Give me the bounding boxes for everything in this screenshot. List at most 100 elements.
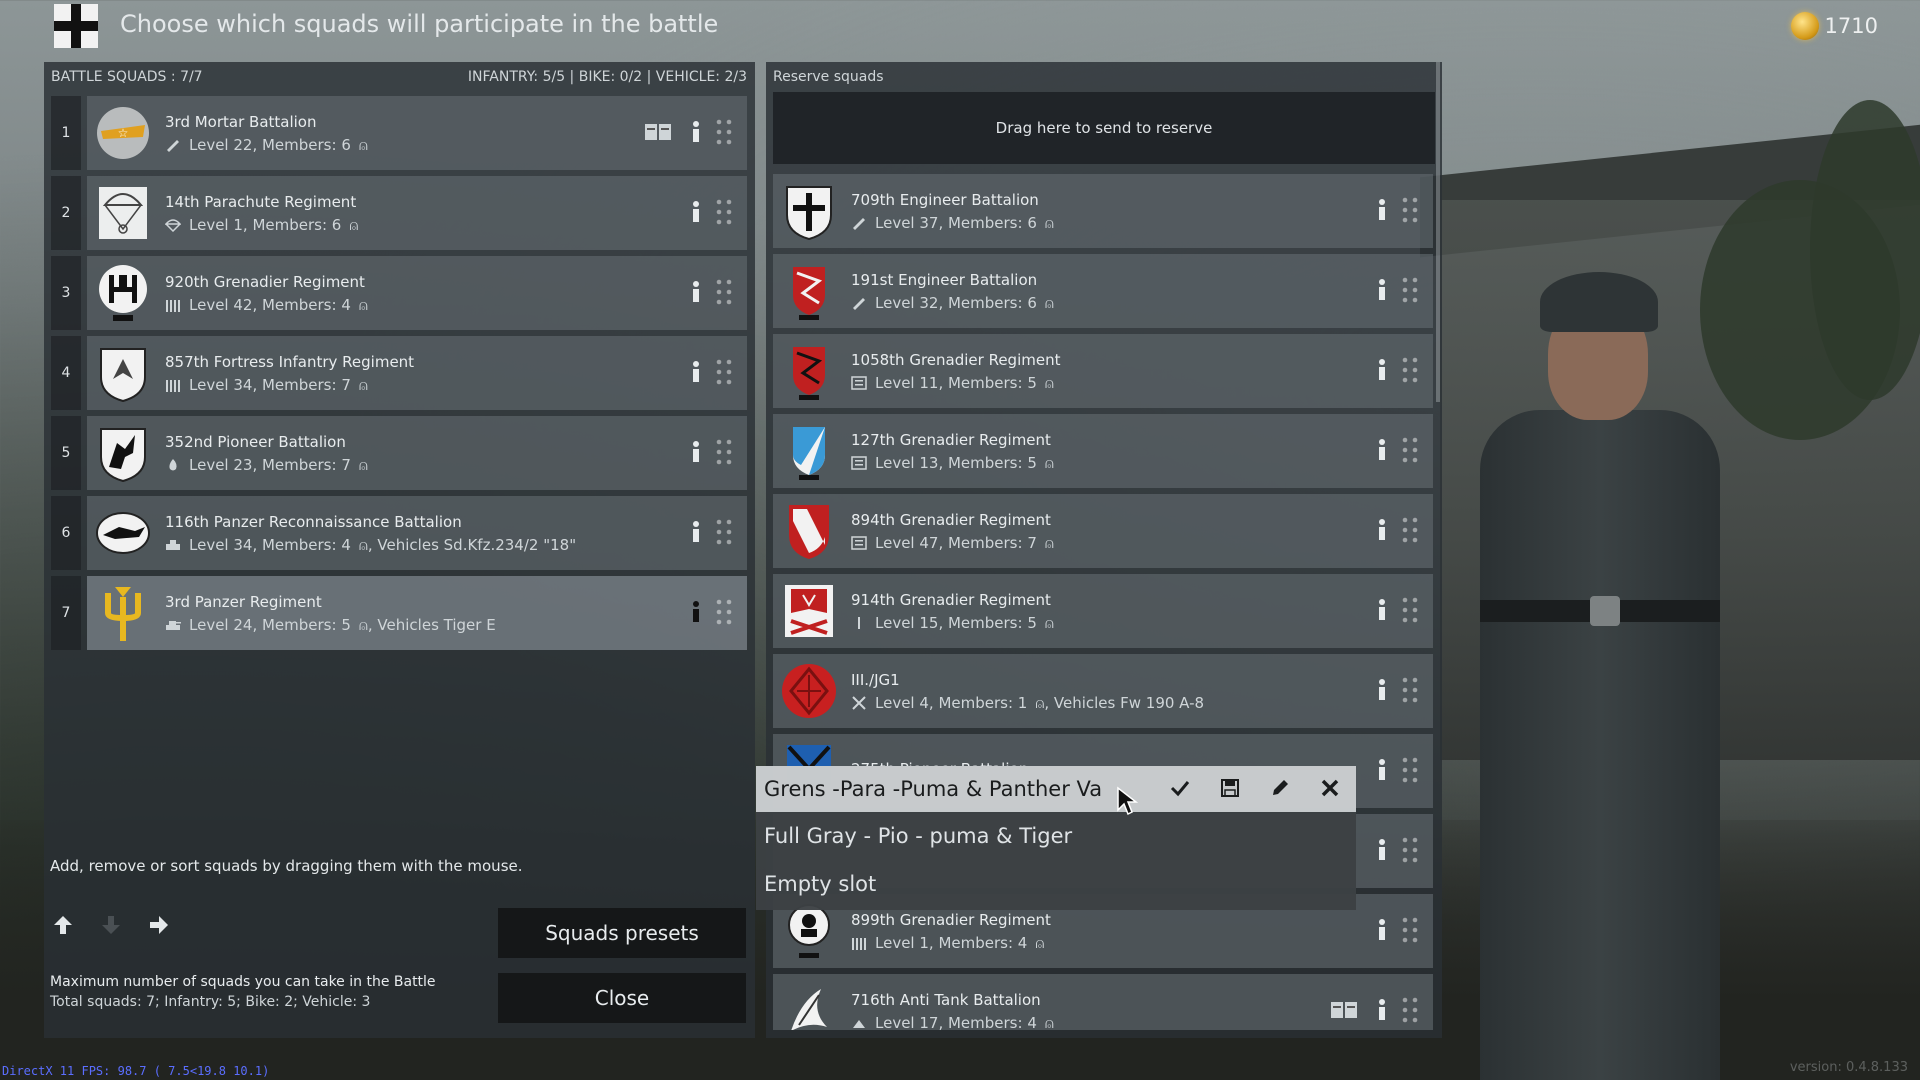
drag-handle-icon[interactable]: [715, 598, 733, 626]
reserve-squad-row[interactable]: 716th Anti Tank Battalion Level 17, Membe…: [766, 974, 1442, 1030]
arrow-right-icon[interactable]: [148, 914, 170, 936]
reserve-squad-row[interactable]: 709th Engineer Battalion Level 37, Member…: [766, 174, 1442, 248]
manual-book-icon[interactable]: [645, 124, 671, 140]
battle-squad-row[interactable]: 4 857th Fortress Infantry Regiment Level…: [44, 336, 755, 410]
tank-icon: [166, 620, 181, 630]
info-icon[interactable]: [691, 280, 701, 304]
reserve-squad-row[interactable]: 127th Grenadier Regiment Level 13, Member…: [766, 414, 1442, 488]
save-icon[interactable]: [1220, 778, 1240, 798]
drag-handle-icon[interactable]: [1401, 676, 1419, 704]
drag-handle-icon[interactable]: [1401, 836, 1419, 864]
info-icon[interactable]: [1377, 678, 1387, 702]
info-icon[interactable]: [691, 600, 701, 624]
grenadier-regiment-emblem-icon: [99, 265, 147, 321]
squad-name: 191st Engineer Battalion: [851, 270, 1038, 289]
squad-presets-menu: Grens -Para -Puma & Panther Va Full Gray…: [756, 766, 1356, 910]
rifle-squad-icon: [851, 455, 867, 470]
info-icon[interactable]: [691, 120, 701, 144]
members-icon: ⍝: [358, 295, 368, 314]
squad-level-members: Level 24, Members: 5: [189, 615, 351, 634]
close-button[interactable]: Close: [498, 973, 746, 1023]
manual-book-icon[interactable]: [1331, 1002, 1357, 1018]
svg-text:☆: ☆: [118, 126, 129, 140]
arrow-up-icon[interactable]: [52, 914, 74, 936]
reserve-squad-row[interactable]: 914th Grenadier Regiment Level 15, Member…: [766, 574, 1442, 648]
info-icon[interactable]: [1377, 598, 1387, 622]
battle-squad-row[interactable]: 2 14th Parachute Regiment Level 1, Membe…: [44, 176, 755, 250]
info-icon[interactable]: [1377, 198, 1387, 222]
reserve-squad-row[interactable]: 191st Engineer Battalion Level 32, Member…: [766, 254, 1442, 328]
reserve-squad-row[interactable]: III./JG1 Level 4, Members: 1 ⍝, Vehicles F…: [766, 654, 1442, 728]
drag-handle-icon[interactable]: [715, 118, 733, 146]
background-tree: [1810, 100, 1920, 400]
drag-handle-icon[interactable]: [1401, 196, 1419, 224]
arrow-down-icon[interactable]: [100, 914, 122, 936]
info-icon[interactable]: [1377, 358, 1387, 382]
info-icon[interactable]: [1377, 998, 1387, 1022]
coin-amount: 1710: [1824, 14, 1878, 38]
close-icon[interactable]: [1320, 778, 1340, 798]
drag-handle-icon[interactable]: [715, 438, 733, 466]
drag-handle-icon[interactable]: [1401, 756, 1419, 784]
squad-level-members: Level 34, Members: 7: [189, 375, 351, 394]
squad-level-members: Level 42, Members: 4: [189, 295, 351, 314]
drag-handle-icon[interactable]: [1401, 356, 1419, 384]
info-icon[interactable]: [1377, 518, 1387, 542]
squad-name: 914th Grenadier Regiment: [851, 590, 1051, 609]
battle-squad-row[interactable]: 1 ☆ 3rd Mortar Battalion Level 22, Membe…: [44, 96, 755, 170]
battle-squad-row[interactable]: 7 3rd Panzer Regiment Level 24, Members:…: [44, 576, 755, 650]
preset-name: Full Gray - Pio - puma & Tiger: [764, 824, 1073, 848]
squads-presets-button[interactable]: Squads presets: [498, 908, 746, 958]
preset-item[interactable]: Empty slot: [756, 860, 1356, 908]
coin-balance: 1710: [1790, 12, 1878, 40]
drag-handle-icon[interactable]: [1401, 596, 1419, 624]
reserve-squad-row[interactable]: 1058th Grenadier Regiment Level 11, Membe…: [766, 334, 1442, 408]
squad-level-members: Level 23, Members: 7: [189, 455, 351, 474]
info-icon[interactable]: [1377, 758, 1387, 782]
info-icon[interactable]: [691, 360, 701, 384]
anti-tank-battalion-emblem-icon: [791, 989, 827, 1030]
battle-squads-header: BATTLE SQUADS : 7/7 INFANTRY: 5/5 | BIKE…: [44, 62, 755, 92]
armored-vehicle-icon: [166, 539, 180, 550]
preset-item[interactable]: Full Gray - Pio - puma & Tiger: [756, 812, 1356, 860]
check-icon[interactable]: [1170, 778, 1190, 798]
max-squads-title: Maximum number of squads you can take in…: [50, 974, 436, 990]
squad-level-members: Level 17, Members: 4: [875, 1013, 1037, 1031]
page-title: Choose which squads will participate in …: [120, 10, 719, 38]
grenadier-regiment-emblem-icon: [793, 347, 825, 400]
drag-handle-icon[interactable]: [715, 198, 733, 226]
drag-handle-icon[interactable]: [715, 358, 733, 386]
squad-slot-number: 3: [51, 256, 81, 330]
battle-squads-panel: BATTLE SQUADS : 7/7 INFANTRY: 5/5 | BIKE…: [44, 62, 755, 1038]
drag-handle-icon[interactable]: [1401, 276, 1419, 304]
panzer-reconnaissance-emblem-icon: [96, 512, 150, 554]
drag-handle-icon[interactable]: [1401, 996, 1419, 1024]
drag-handle-icon[interactable]: [715, 518, 733, 546]
info-icon[interactable]: [691, 200, 701, 224]
members-icon: ⍝: [358, 375, 368, 394]
battle-squad-row[interactable]: 3 920th Grenadier Regiment Level 42, Mem…: [44, 256, 755, 330]
drag-handle-icon[interactable]: [1401, 516, 1419, 544]
battle-squad-row[interactable]: 5 352nd Pioneer Battalion Level 23, Memb…: [44, 416, 755, 490]
info-icon[interactable]: [1377, 918, 1387, 942]
battle-squad-row[interactable]: 6 116th Panzer Reconnaissance Battalion …: [44, 496, 755, 570]
pencil-icon[interactable]: [1270, 778, 1290, 798]
reserve-squad-row[interactable]: 894th Grenadier Regiment Level 47, Member…: [766, 494, 1442, 568]
squad-slot-number: 6: [51, 496, 81, 570]
info-icon[interactable]: [1377, 278, 1387, 302]
squad-level-members: Level 1, Members: 4: [875, 933, 1028, 952]
members-icon: ⍝: [358, 455, 368, 474]
coin-icon: [1790, 12, 1819, 40]
info-icon[interactable]: [1377, 438, 1387, 462]
pioneer-battalion-emblem-icon: [100, 428, 146, 483]
drag-handle-icon[interactable]: [1401, 916, 1419, 944]
drag-handle-icon[interactable]: [715, 278, 733, 306]
info-icon[interactable]: [691, 520, 701, 544]
squad-name: 920th Grenadier Regiment: [165, 272, 365, 291]
info-icon[interactable]: [1377, 838, 1387, 862]
squad-level-members: Level 11, Members: 5: [875, 373, 1037, 392]
reserve-drop-zone[interactable]: Drag here to send to reserve: [773, 92, 1435, 164]
info-icon[interactable]: [691, 440, 701, 464]
preset-item[interactable]: Grens -Para -Puma & Panther Va: [756, 766, 1356, 812]
drag-handle-icon[interactable]: [1401, 436, 1419, 464]
